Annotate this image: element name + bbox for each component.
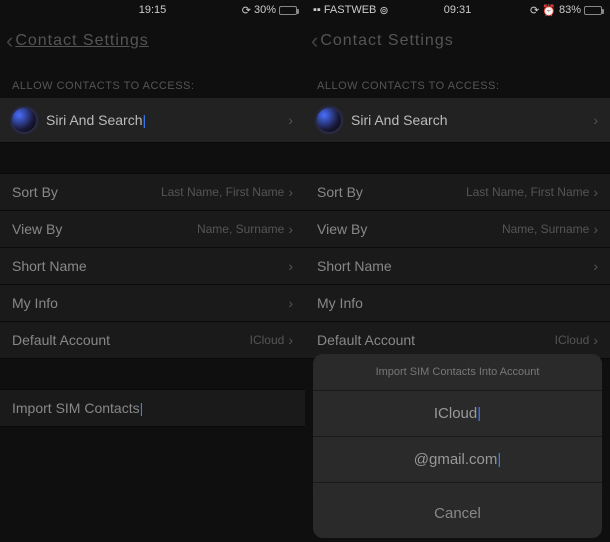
short-name-label: Short Name (12, 258, 87, 274)
siri-search-row[interactable]: Siri And Search › (305, 98, 610, 143)
default-account-value: ICloud (250, 333, 285, 347)
chevron-right-icon: › (288, 112, 293, 128)
status-bar: 19:15 ⟳ 30% (0, 0, 305, 20)
view-by-label: View By (317, 221, 367, 237)
view-by-value: Name, Surname (502, 222, 589, 236)
view-by-label: View By (12, 221, 62, 237)
nav-title: Contact Settings (320, 32, 453, 50)
view-by-row[interactable]: View By Name, Surname › (305, 211, 610, 248)
import-sim-label: Import SIM Contacts| (12, 400, 143, 416)
short-name-row[interactable]: Short Name › (0, 248, 305, 285)
back-chevron-icon[interactable]: ‹ (311, 28, 318, 54)
status-left: ▪▪ FASTWEB ⊚ (313, 4, 389, 17)
alarm-icon: ⏰ (542, 4, 556, 17)
sheet-option-gmail[interactable]: @gmail.com| (313, 437, 602, 483)
battery-icon (584, 6, 602, 15)
chevron-right-icon: › (593, 112, 598, 128)
sort-by-value: Last Name, First Name (466, 185, 589, 199)
chevron-right-icon: › (593, 184, 598, 200)
section-header-allow: ALLOW CONTACTS TO ACCESS: (305, 62, 610, 98)
status-time: 19:15 (139, 4, 167, 16)
siri-label: Siri And Search (351, 112, 448, 128)
battery-percent: 30% (254, 4, 276, 16)
view-by-value: Name, Surname (197, 222, 284, 236)
status-right: ⟳ ⏰ 83% (530, 4, 602, 17)
default-account-row[interactable]: Default Account ICloud › (0, 322, 305, 359)
siri-icon (317, 108, 341, 132)
chevron-right-icon: › (288, 221, 293, 237)
action-sheet: Import SIM Contacts Into Account ICloud|… (313, 354, 602, 538)
sort-by-label: Sort By (12, 184, 58, 200)
sheet-cancel-button[interactable]: Cancel (313, 489, 602, 538)
chevron-right-icon: › (593, 332, 598, 348)
nav-bar: ‹ Contact Settings (0, 20, 305, 62)
my-info-label: My Info (317, 295, 363, 311)
status-time: 09:31 (444, 4, 472, 16)
sort-by-value: Last Name, First Name (161, 185, 284, 199)
my-info-label: My Info (12, 295, 58, 311)
siri-label: Siri And Search| (46, 112, 146, 128)
short-name-label: Short Name (317, 258, 392, 274)
siri-search-row[interactable]: Siri And Search| › (0, 98, 305, 143)
status-bar: ▪▪ FASTWEB ⊚ 09:31 ⟳ ⏰ 83% (305, 0, 610, 20)
wifi-icon: ⊚ (379, 4, 388, 17)
status-right: ⟳ 30% (242, 4, 297, 17)
chevron-right-icon: › (288, 332, 293, 348)
rotation-lock-icon: ⟳ (242, 4, 251, 17)
default-account-value: ICloud (555, 333, 590, 347)
chevron-right-icon: › (593, 258, 598, 274)
battery-percent: 83% (559, 4, 581, 16)
chevron-right-icon: › (288, 184, 293, 200)
rotation-lock-icon: ⟳ (530, 4, 539, 17)
back-chevron-icon[interactable]: ‹ (6, 28, 13, 54)
signal-icon: ▪▪ (313, 4, 321, 16)
nav-title: Contact Settings (15, 32, 148, 50)
battery-icon (279, 6, 297, 15)
chevron-right-icon: › (593, 221, 598, 237)
my-info-row[interactable]: My Info › (0, 285, 305, 322)
default-account-label: Default Account (317, 332, 415, 348)
sort-by-row[interactable]: Sort By Last Name, First Name › (0, 173, 305, 211)
sheet-option-icloud[interactable]: ICloud| (313, 391, 602, 437)
left-pane: 19:15 ⟳ 30% ‹ Contact Settings ALLOW CON… (0, 0, 305, 542)
right-pane: ▪▪ FASTWEB ⊚ 09:31 ⟳ ⏰ 83% ‹ Contact Set… (305, 0, 610, 542)
chevron-right-icon: › (288, 258, 293, 274)
sheet-title: Import SIM Contacts Into Account (313, 354, 602, 391)
default-account-label: Default Account (12, 332, 110, 348)
chevron-right-icon: › (288, 295, 293, 311)
nav-bar: ‹ Contact Settings (305, 20, 610, 62)
my-info-row[interactable]: My Info (305, 285, 610, 322)
carrier-label: FASTWEB (324, 4, 377, 16)
sort-by-row[interactable]: Sort By Last Name, First Name › (305, 173, 610, 211)
view-by-row[interactable]: View By Name, Surname › (0, 211, 305, 248)
sort-by-label: Sort By (317, 184, 363, 200)
siri-icon (12, 108, 36, 132)
short-name-row[interactable]: Short Name › (305, 248, 610, 285)
section-header-allow: ALLOW CONTACTS TO ACCESS: (0, 62, 305, 98)
import-sim-row[interactable]: Import SIM Contacts| (0, 389, 305, 427)
